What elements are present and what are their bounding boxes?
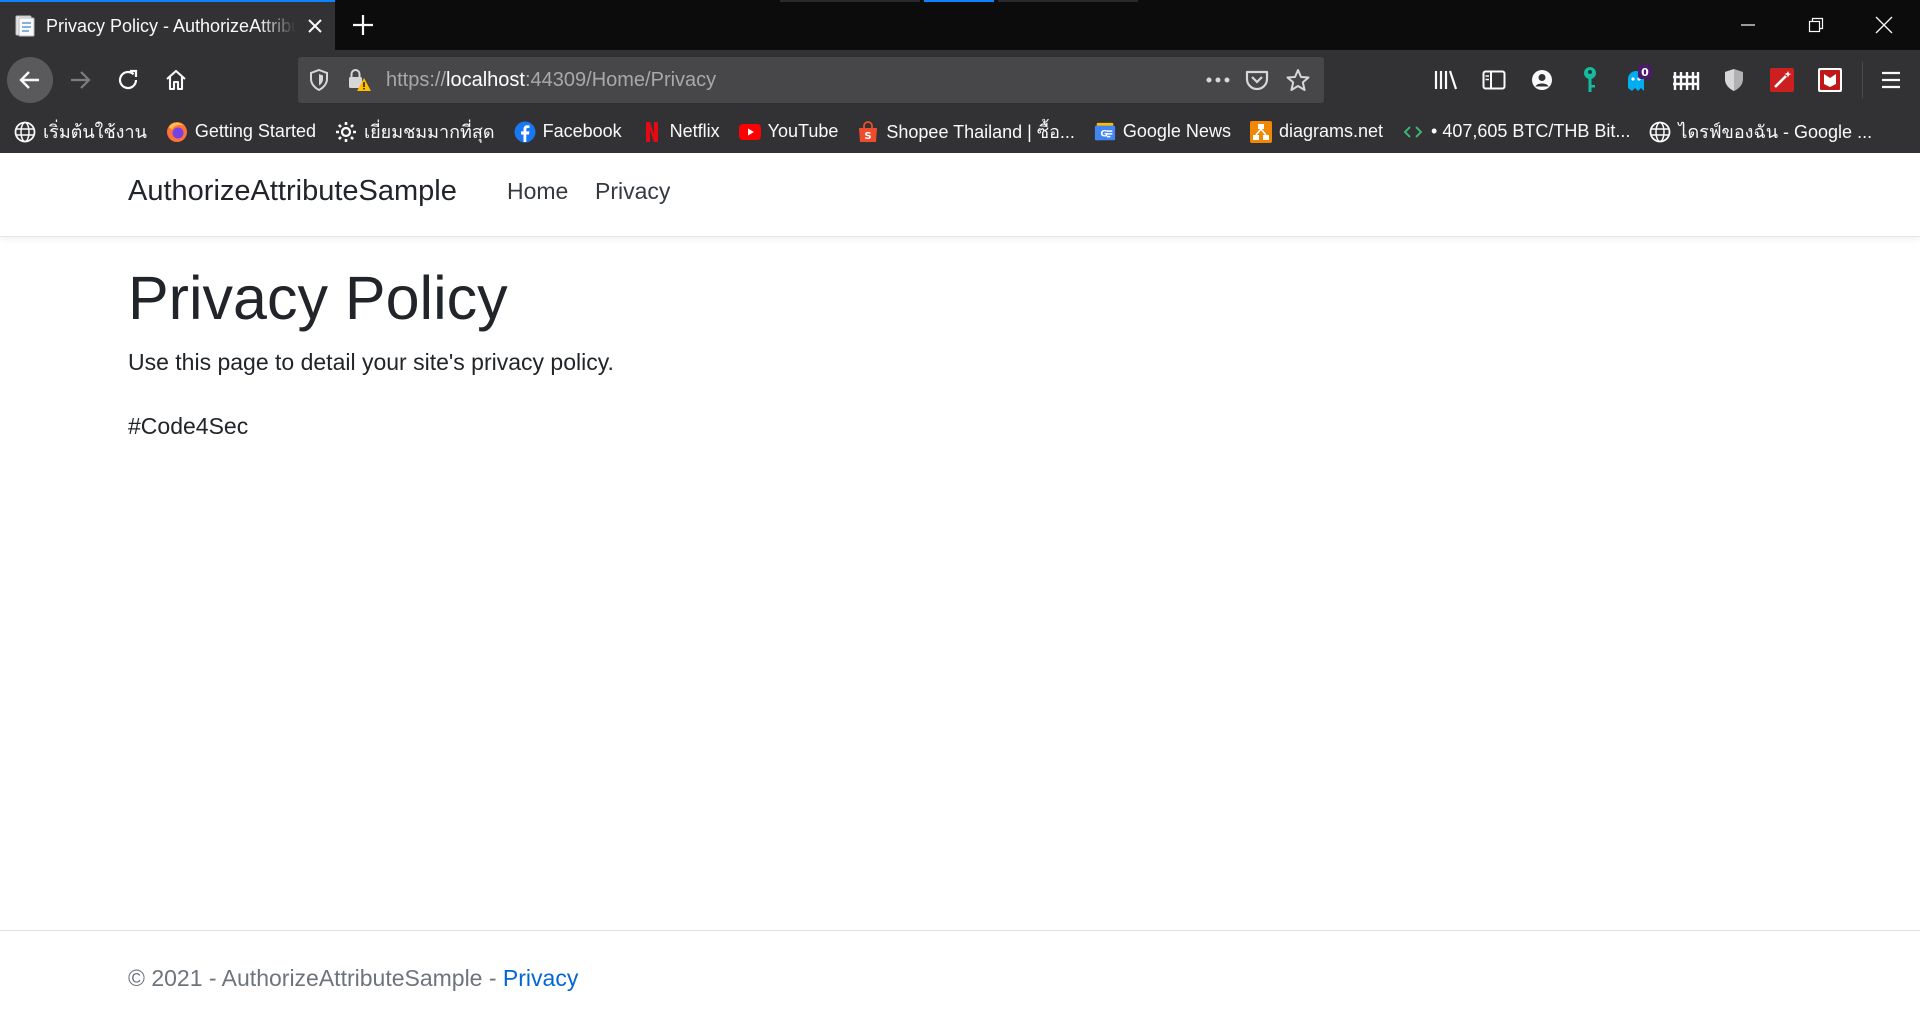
- reload-button[interactable]: [108, 60, 148, 100]
- bookmark-most-visited[interactable]: เยี่ยมชมมากที่สุด: [335, 117, 495, 146]
- ghostery-icon[interactable]: 0: [1622, 64, 1654, 96]
- gear-icon: [335, 121, 357, 143]
- bookmark-google-news[interactable]: G Google News: [1094, 121, 1231, 143]
- forward-button[interactable]: [60, 60, 100, 100]
- account-icon[interactable]: [1526, 64, 1558, 96]
- home-button[interactable]: [156, 60, 196, 100]
- bitcoin-icon: [1402, 121, 1424, 143]
- restore-icon: [1808, 17, 1824, 33]
- youtube-icon: [738, 121, 761, 143]
- footer-copyright: © 2021 - AuthorizeAttributeSample -: [128, 965, 503, 991]
- pocket-icon[interactable]: [1242, 65, 1272, 95]
- site-navbar: AuthorizeAttributeSample Home Privacy: [0, 153, 1920, 237]
- nav-link-privacy[interactable]: Privacy: [595, 178, 670, 205]
- sidebar-icon[interactable]: [1478, 64, 1510, 96]
- star-icon[interactable]: [1283, 65, 1313, 95]
- bookmark-getting-started[interactable]: Getting Started: [166, 121, 316, 143]
- nav-link-home[interactable]: Home: [507, 178, 568, 205]
- bookmark-google-drive[interactable]: ไดรฟ์ของฉัน - Google ...: [1649, 117, 1872, 146]
- page-actions-icon[interactable]: [1203, 65, 1233, 95]
- fence-extension-icon[interactable]: [1670, 64, 1702, 96]
- toolbar-separator: [1862, 62, 1863, 98]
- page-icon: [14, 15, 36, 37]
- tracking-protection-shield-icon[interactable]: [304, 65, 334, 95]
- window-close-button[interactable]: [1854, 0, 1914, 50]
- bookmark-getting-started-th[interactable]: เริ่มต้นใช้งาน: [14, 117, 147, 146]
- bookmark-netflix[interactable]: Netflix: [641, 121, 720, 143]
- svg-text:S: S: [865, 131, 872, 142]
- bookmark-label: • 407,605 BTC/THB Bit...: [1431, 121, 1631, 141]
- close-window-icon: [1875, 16, 1893, 34]
- tab-loading-indicator: [780, 0, 1140, 2]
- reload-icon: [118, 69, 138, 90]
- mcafee-extension-icon[interactable]: [1814, 64, 1846, 96]
- bookmark-label: diagrams.net: [1278, 121, 1384, 141]
- menu-hamburger-icon[interactable]: [1875, 64, 1907, 96]
- main-content: Privacy Policy Use this page to detail y…: [128, 262, 614, 440]
- site-footer: © 2021 - AuthorizeAttributeSample - Priv…: [0, 930, 1920, 1020]
- page-description: Use this page to detail your site's priv…: [128, 349, 614, 376]
- globe-icon: [14, 121, 36, 143]
- url-bar[interactable]: https://localhost:44309/Home/Privacy: [298, 57, 1324, 103]
- url-scheme: https://: [386, 69, 447, 91]
- shopee-icon: S: [857, 120, 879, 143]
- bookmark-youtube[interactable]: YouTube: [738, 121, 839, 143]
- tab-active[interactable]: Privacy Policy - AuthorizeAttributeSampl…: [0, 0, 335, 50]
- home-icon: [166, 69, 186, 91]
- key-extension-icon[interactable]: [1574, 64, 1606, 96]
- google-news-icon: G: [1094, 121, 1116, 143]
- bookmark-facebook[interactable]: Facebook: [514, 121, 622, 143]
- minimize-button[interactable]: [1718, 0, 1778, 50]
- bookmark-label: Facebook: [542, 121, 622, 141]
- new-tab-button[interactable]: [348, 10, 378, 40]
- bookmarks-toolbar: เริ่มต้นใช้งาน Getting Started เยี่ยมชมม…: [0, 110, 1920, 153]
- bookmark-label: Google News: [1122, 121, 1231, 141]
- footer-text: © 2021 - AuthorizeAttributeSample - Priv…: [128, 965, 578, 992]
- bookmark-label: ไดรฟ์ของฉัน - Google ...: [1678, 122, 1873, 142]
- minimize-icon: [1741, 24, 1755, 26]
- bookmark-label: เยี่ยมชมมากที่สุด: [363, 122, 495, 142]
- plus-icon: [353, 15, 373, 35]
- page-title: Privacy Policy: [128, 264, 508, 332]
- arrow-right-icon: [71, 71, 91, 89]
- url-text[interactable]: https://localhost:44309/Home/Privacy: [386, 57, 716, 103]
- globe-icon: [1649, 121, 1671, 143]
- footer-privacy-link[interactable]: Privacy: [503, 965, 578, 991]
- bookmark-label: YouTube: [767, 121, 839, 141]
- navigation-toolbar: https://localhost:44309/Home/Privacy 0: [0, 50, 1920, 110]
- tab-strip: Privacy Policy - AuthorizeAttributeSampl…: [0, 0, 1920, 50]
- diagrams-icon: [1249, 120, 1272, 143]
- url-path: :44309/Home/Privacy: [524, 69, 717, 91]
- bookmark-shopee[interactable]: S Shopee Thailand | ซื้อ...: [857, 117, 1075, 146]
- bookmark-diagrams[interactable]: diagrams.net: [1249, 120, 1384, 143]
- back-button[interactable]: [7, 57, 53, 103]
- close-icon[interactable]: [304, 15, 326, 37]
- url-host: localhost: [446, 69, 525, 91]
- svg-text:G: G: [1100, 128, 1108, 139]
- bookmark-label: Netflix: [669, 121, 720, 141]
- shield-icon[interactable]: [1718, 64, 1750, 96]
- insecure-lock-warning-icon[interactable]: [344, 65, 374, 95]
- tab-title: Privacy Policy - AuthorizeAttributeSampl…: [46, 15, 296, 36]
- bookmark-label: เริ่มต้นใช้งาน: [43, 122, 147, 142]
- bookmark-bitcoin-price[interactable]: • 407,605 BTC/THB Bit...: [1402, 121, 1630, 143]
- facebook-icon: [514, 121, 536, 143]
- site-brand-link[interactable]: AuthorizeAttributeSample: [128, 175, 457, 208]
- magic-wand-extension-icon[interactable]: [1766, 64, 1798, 96]
- extension-badge-count: 0: [1641, 66, 1649, 79]
- arrow-left-icon: [19, 71, 39, 89]
- library-icon[interactable]: [1430, 64, 1462, 96]
- restore-button[interactable]: [1786, 0, 1846, 50]
- hashtag-text: #Code4Sec: [128, 413, 249, 440]
- netflix-icon: [641, 121, 663, 143]
- bookmark-label: Getting Started: [194, 121, 316, 141]
- bookmark-label: Shopee Thailand | ซื้อ...: [886, 122, 1075, 142]
- firefox-icon: [166, 121, 188, 143]
